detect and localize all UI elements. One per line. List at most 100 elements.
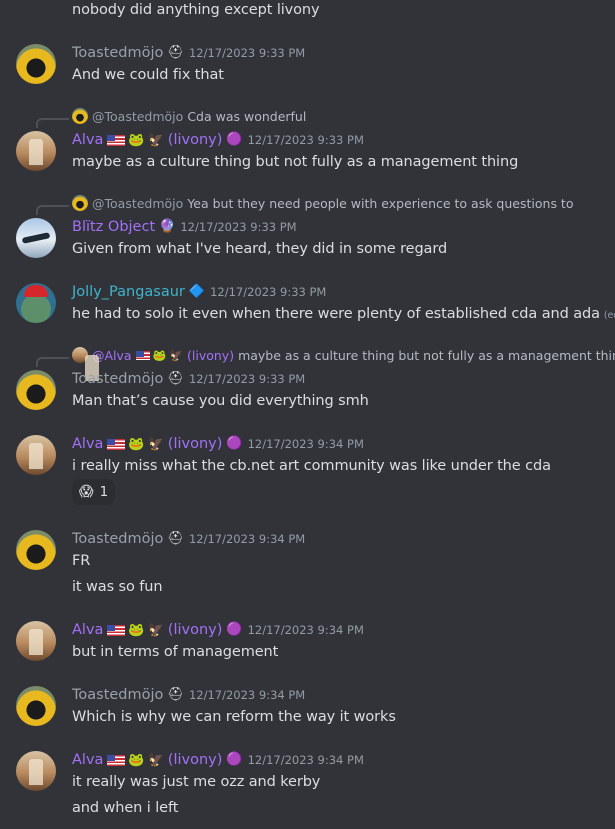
- username-suffix: (livony): [167, 622, 223, 638]
- us-flag-icon: [107, 624, 126, 636]
- us-flag-icon: [107, 438, 126, 450]
- username[interactable]: Toastedmöjo: [72, 687, 163, 703]
- timestamp: 12/17/2023 9:34 PM: [188, 688, 306, 702]
- message-header: Toastedmöjo ⛑ 12/17/2023 9:34 PM: [72, 531, 305, 547]
- message-header: Toastedmöjo ⛑ 12/17/2023 9:33 PM: [72, 45, 305, 61]
- reply-preview[interactable]: @Toastedmöjo Cda was wonderful: [72, 108, 306, 124]
- username[interactable]: Alva: [72, 622, 103, 638]
- eagle-icon: 🦅: [147, 132, 164, 148]
- message-text: nobody did anything except livony: [72, 2, 320, 18]
- reply-text: Cda was wonderful: [187, 108, 307, 124]
- chat-messages: nobody did anything except livony Toaste…: [0, 0, 615, 829]
- reply-text: Yea but they need people with experience…: [187, 195, 574, 211]
- reply-connector: [36, 205, 69, 215]
- avatar[interactable]: [16, 283, 56, 323]
- message-text: FR: [72, 553, 91, 569]
- edited-label: (edited): [603, 310, 615, 321]
- eagle-icon: 🦅: [147, 752, 164, 768]
- username-suffix: (livony): [167, 132, 223, 148]
- timestamp: 12/17/2023 9:33 PM: [210, 285, 327, 299]
- purple-orb-icon: 🔮: [159, 219, 176, 234]
- message-header: Alva 🐸 🦅 (livony) 🟣 12/17/2023 9:34 PM: [72, 436, 364, 452]
- message-header: Alva 🐸 🦅 (livony) 🟣 12/17/2023 9:34 PM: [72, 622, 364, 638]
- username[interactable]: Alva: [72, 752, 103, 768]
- avatar: [72, 195, 88, 211]
- us-flag-icon: [135, 350, 150, 360]
- timestamp: 12/17/2023 9:33 PM: [247, 133, 364, 147]
- avatar[interactable]: [16, 370, 56, 410]
- username-suffix: (livony): [167, 752, 223, 768]
- message-text: it really was just me ozz and kerby: [72, 774, 321, 790]
- green-bird-icon: 🐸: [128, 132, 145, 148]
- timestamp: 12/17/2023 9:34 PM: [247, 437, 364, 451]
- message-text: i really miss what the cb.net art commun…: [72, 458, 551, 474]
- reply-author: @Toastedmöjo: [92, 108, 184, 124]
- reply-connector: [36, 118, 69, 128]
- us-flag-icon: [107, 754, 126, 766]
- avatar[interactable]: [16, 751, 56, 791]
- message-header: Toastedmöjo ⛑ 12/17/2023 9:33 PM: [72, 371, 305, 387]
- message-text: Which is why we can reform the way it wo…: [72, 709, 396, 725]
- reply-text: maybe as a culture thing but not fully a…: [238, 347, 615, 363]
- username[interactable]: Toastedmöjo: [72, 45, 163, 61]
- eagle-icon: 🦅: [169, 348, 183, 362]
- purple-slime-icon: 🟣: [226, 622, 243, 637]
- avatar[interactable]: [16, 435, 56, 475]
- message-text: maybe as a culture thing but not fully a…: [72, 154, 519, 170]
- username[interactable]: Toastedmöjo: [72, 531, 163, 547]
- reaction-count: 1: [99, 484, 109, 500]
- green-bird-icon: 🐸: [152, 348, 167, 362]
- message-text: Man that’s cause you did everything smh: [72, 393, 369, 409]
- avatar: [72, 347, 88, 363]
- reaction-button[interactable]: 😱 1: [72, 479, 116, 505]
- eagle-icon: 🦅: [147, 436, 164, 452]
- timestamp: 12/17/2023 9:33 PM: [180, 220, 297, 234]
- avatar[interactable]: [16, 131, 56, 171]
- timestamp: 12/17/2023 9:34 PM: [188, 532, 306, 546]
- message-text: and when i left: [72, 800, 179, 816]
- username[interactable]: Alva: [72, 132, 103, 148]
- reply-connector: [36, 357, 69, 367]
- message-header: Alva 🐸 🦅 (livony) 🟣 12/17/2023 9:34 PM: [72, 752, 364, 768]
- message-text: it was so fun: [72, 579, 163, 595]
- message-body: he had to solo it even when there were p…: [72, 306, 600, 322]
- helmet-icon: ⛑: [167, 371, 184, 386]
- helmet-icon: ⛑: [167, 531, 184, 546]
- message-header: Blïtz Object 🔮 12/17/2023 9:33 PM: [72, 219, 297, 235]
- reply-preview[interactable]: @Alva 🐸 🦅 (livony) maybe as a culture th…: [72, 347, 615, 363]
- timestamp: 12/17/2023 9:33 PM: [188, 372, 306, 386]
- avatar[interactable]: [16, 621, 56, 661]
- avatar[interactable]: [16, 44, 56, 84]
- eagle-icon: 🦅: [147, 622, 164, 638]
- scream-emoji-icon: 😱: [79, 484, 94, 500]
- avatar[interactable]: [16, 686, 56, 726]
- timestamp: 12/17/2023 9:34 PM: [247, 753, 364, 767]
- username[interactable]: Alva: [72, 436, 103, 452]
- helmet-icon: ⛑: [167, 687, 184, 702]
- message-text: And we could fix that: [72, 67, 224, 83]
- us-flag-icon: [107, 134, 126, 146]
- reply-author-suffix: (livony): [187, 347, 235, 363]
- username[interactable]: Blïtz Object: [72, 219, 155, 235]
- purple-slime-icon: 🟣: [226, 436, 243, 451]
- message-text: but in terms of management: [72, 644, 279, 660]
- message-text: he had to solo it even when there were p…: [72, 306, 615, 322]
- message-header: Jolly_Pangasaur 🔷 12/17/2023 9:33 PM: [72, 284, 326, 300]
- reply-preview[interactable]: @Toastedmöjo Yea but they need people wi…: [72, 195, 573, 211]
- message-header: Alva 🐸 🦅 (livony) 🟣 12/17/2023 9:33 PM: [72, 132, 364, 148]
- purple-slime-icon: 🟣: [226, 752, 243, 767]
- helmet-icon: ⛑: [167, 45, 184, 60]
- avatar[interactable]: [16, 218, 56, 258]
- purple-slime-icon: 🟣: [226, 132, 243, 147]
- green-bird-icon: 🐸: [128, 752, 145, 768]
- message-header: Toastedmöjo ⛑ 12/17/2023 9:34 PM: [72, 687, 305, 703]
- green-bird-icon: 🐸: [128, 436, 145, 452]
- avatar[interactable]: [16, 530, 56, 570]
- timestamp: 12/17/2023 9:34 PM: [247, 623, 364, 637]
- username-suffix: (livony): [167, 436, 223, 452]
- reply-author: @Toastedmöjo: [92, 195, 184, 211]
- username[interactable]: Toastedmöjo: [72, 371, 163, 387]
- username[interactable]: Jolly_Pangasaur: [72, 284, 185, 300]
- green-bird-icon: 🐸: [128, 622, 145, 638]
- message-text: Given from what I've heard, they did in …: [72, 241, 448, 257]
